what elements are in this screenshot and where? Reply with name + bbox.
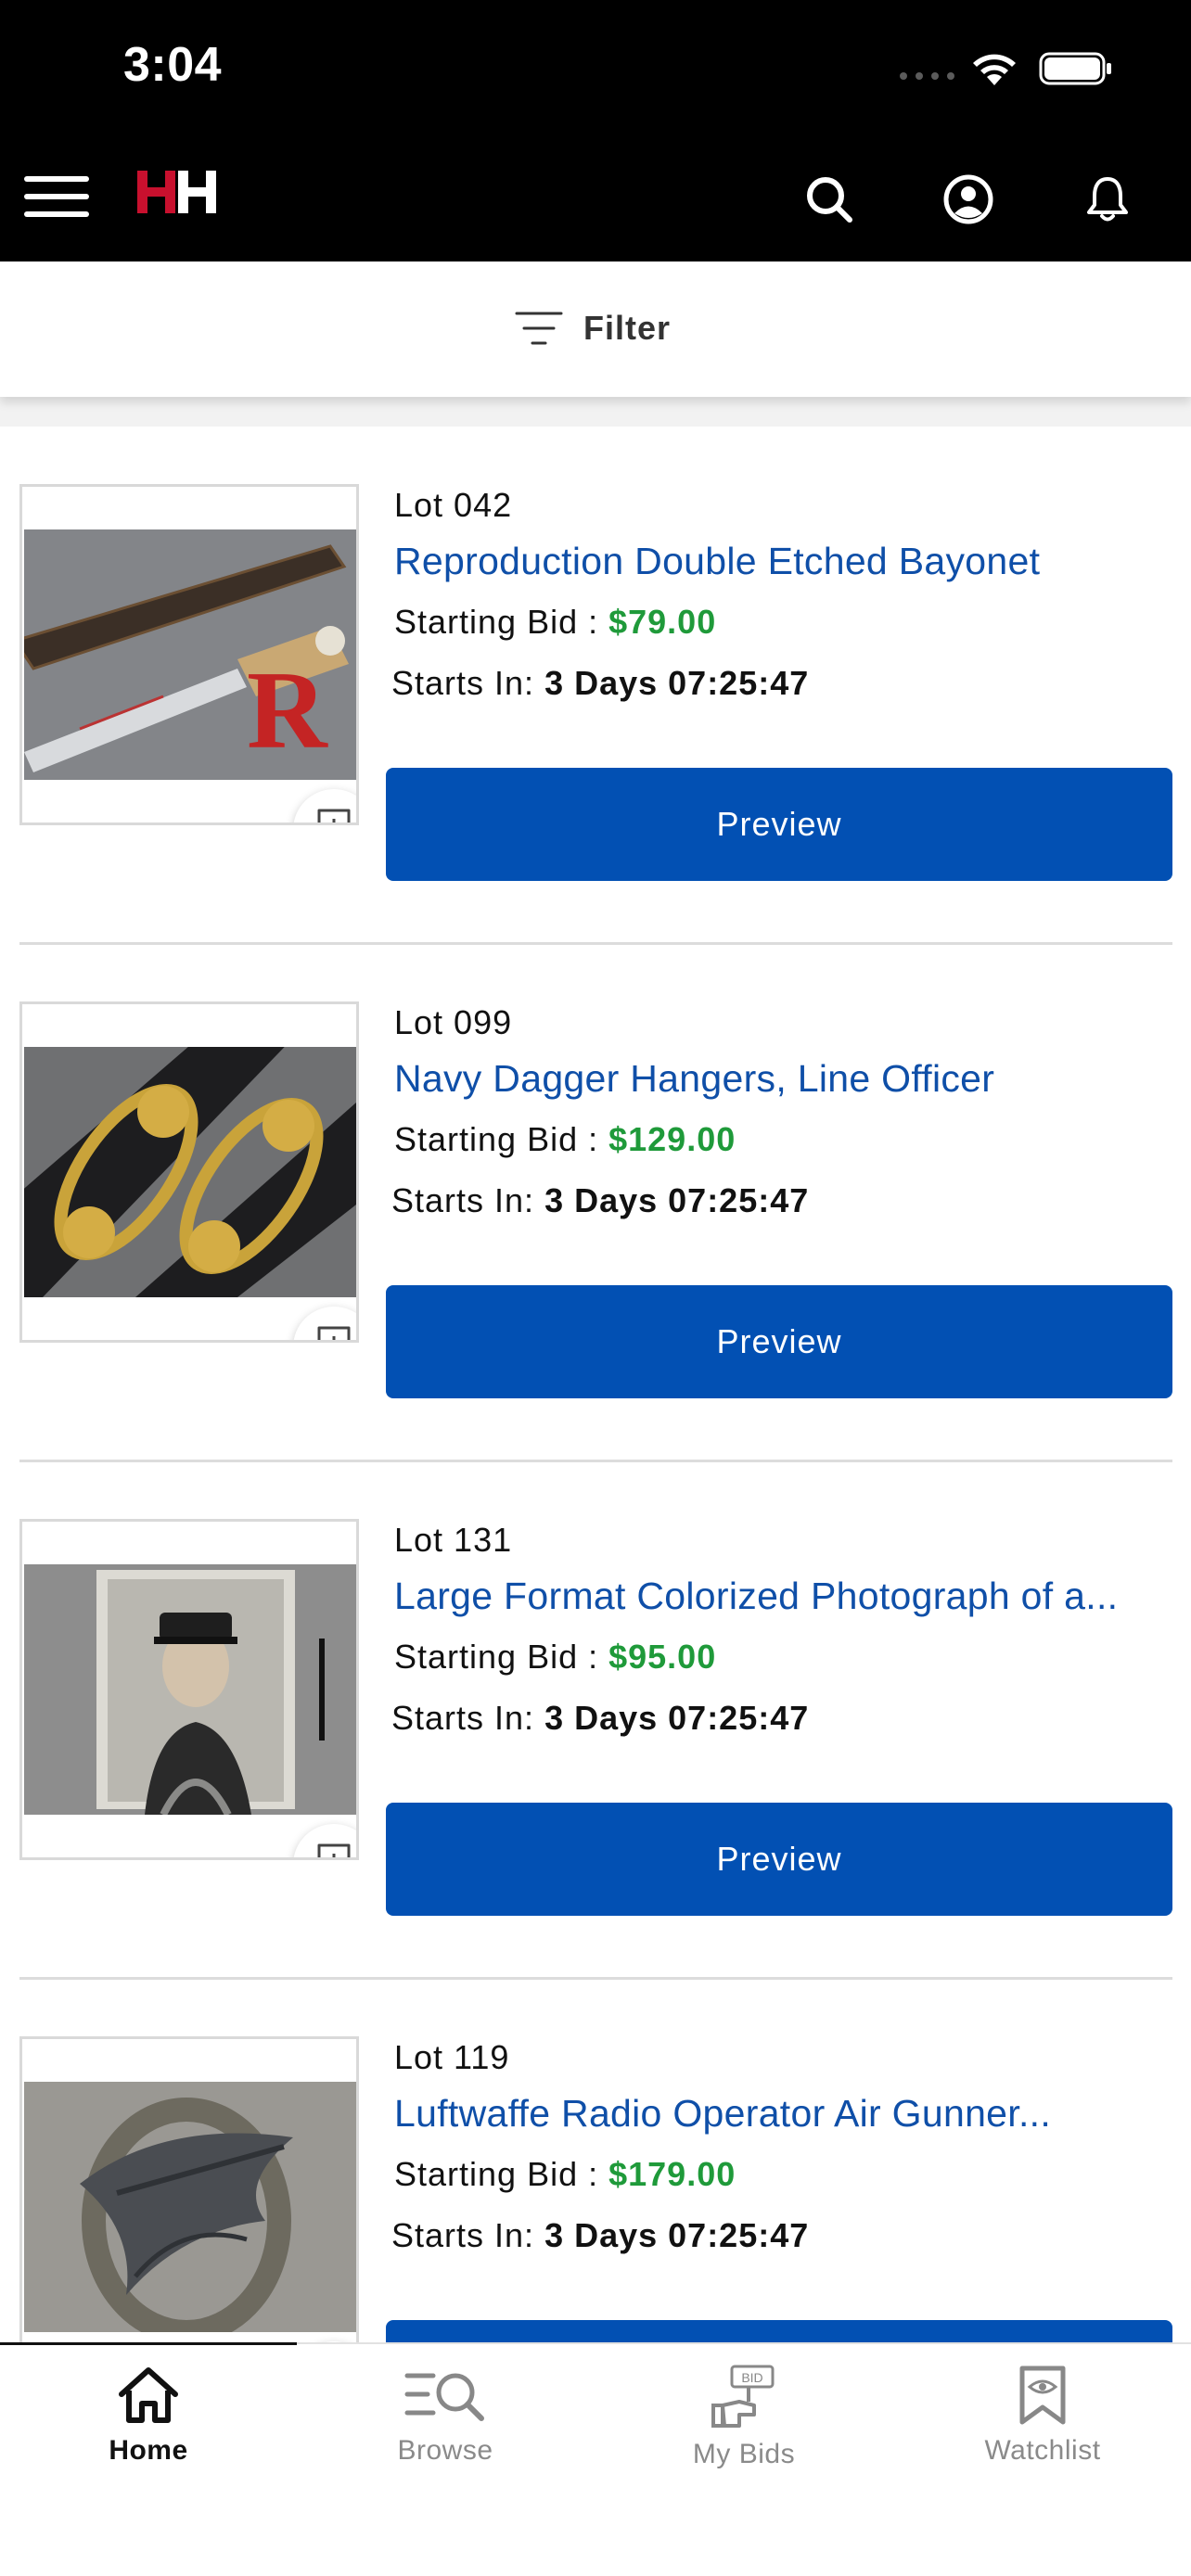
starts-in-countdown: 3 Days 07:25:47 — [544, 1699, 810, 1737]
bookmark-plus-icon — [317, 1843, 351, 1857]
lot-title-link[interactable]: Luftwaffe Radio Operator Air Gunner... — [394, 2092, 1155, 2136]
starts-in-label: Starts In: — [391, 1181, 545, 1219]
lot-title-link[interactable]: Reproduction Double Etched Bayonet — [394, 540, 1155, 583]
lot-card: Lot 131 Large Format Colorized Photograp… — [0, 1461, 1191, 1980]
lot-image[interactable] — [19, 1519, 359, 1860]
app-header: 3:04 — [0, 0, 1191, 261]
starts-in-countdown: 3 Days 07:25:47 — [544, 664, 810, 702]
preview-button[interactable]: Preview — [386, 768, 1172, 881]
tab-home[interactable]: Home — [0, 2365, 297, 2494]
filter-lines-icon — [515, 312, 563, 345]
starts-in: Starts In: 3 Days 07:25:47 — [391, 664, 809, 703]
tab-browse-label: Browse — [397, 2435, 493, 2466]
bookmark-plus-icon — [317, 1326, 351, 1340]
starting-bid-label: Starting Bid : — [394, 2155, 609, 2193]
lot-title-link[interactable]: Large Format Colorized Photograph of a..… — [394, 1575, 1155, 1618]
signal-icon — [900, 72, 954, 80]
lot-number: Lot 099 — [394, 1003, 513, 1041]
watchlist-add-button[interactable] — [293, 1307, 356, 1340]
hamburger-menu-icon[interactable] — [24, 176, 89, 217]
lot-card: Lot 099 Navy Dagger Hangers, Line Office… — [0, 944, 1191, 1462]
starts-in: Starts In: 3 Days 07:25:47 — [391, 2216, 809, 2255]
lot-number: Lot 119 — [394, 2038, 510, 2076]
starts-in-label: Starts In: — [391, 1699, 545, 1737]
starting-bid-label: Starting Bid : — [394, 1638, 609, 1676]
lot-image[interactable]: R — [19, 484, 359, 825]
wifi-icon — [973, 54, 1016, 85]
bid-icon-text: BID — [741, 2370, 762, 2385]
bookmark-eye-icon — [1019, 2366, 1066, 2425]
bookmark-plus-icon — [317, 809, 351, 823]
starts-in-label: Starts In: — [391, 664, 545, 702]
starts-in-label: Starts In: — [391, 2216, 545, 2254]
starting-bid-value: $179.00 — [608, 2155, 736, 2193]
tab-my-bids[interactable]: BID My Bids — [596, 2365, 892, 2494]
watchlist-add-button[interactable] — [293, 789, 356, 823]
list-top-spacer — [0, 397, 1191, 427]
starts-in-countdown: 3 Days 07:25:47 — [544, 1181, 810, 1219]
battery-icon — [1039, 52, 1111, 85]
active-tab-indicator — [0, 2342, 297, 2345]
browse-search-icon — [404, 2373, 484, 2421]
starting-bid-value: $129.00 — [608, 1120, 736, 1158]
starting-bid: Starting Bid : $95.00 — [394, 1638, 716, 1677]
svg-text:R: R — [247, 648, 328, 772]
filter-button[interactable]: Filter — [515, 306, 671, 351]
lot-title-link[interactable]: Navy Dagger Hangers, Line Officer — [394, 1057, 1155, 1101]
filter-label: Filter — [583, 309, 672, 347]
starts-in-countdown: 3 Days 07:25:47 — [544, 2216, 810, 2254]
lot-image[interactable] — [19, 1001, 359, 1343]
bottom-tab-bar: Home Browse BID My Bids Watchlist — [0, 2342, 1191, 2576]
status-time: 3:04 — [123, 38, 223, 92]
badge-photo — [24, 2082, 356, 2332]
tab-browse[interactable]: Browse — [297, 2365, 594, 2494]
bell-icon[interactable] — [1080, 172, 1135, 227]
lot-number: Lot 042 — [394, 486, 513, 524]
dagger-hangers-photo — [24, 1047, 356, 1297]
starting-bid-value: $79.00 — [608, 603, 717, 641]
starts-in: Starts In: 3 Days 07:25:47 — [391, 1699, 809, 1738]
starting-bid: Starting Bid : $79.00 — [394, 603, 716, 642]
bayonet-photo: R — [24, 529, 356, 780]
starting-bid-value: $95.00 — [608, 1638, 717, 1676]
lot-card: R Lot 042 Reproduction Double Etched Bay… — [0, 427, 1191, 945]
watchlist-add-button[interactable] — [293, 1824, 356, 1857]
tab-watchlist-label: Watchlist — [984, 2435, 1101, 2466]
logo[interactable] — [137, 167, 219, 219]
bid-hand-icon: BID — [711, 2365, 775, 2428]
portrait-photo — [24, 1564, 356, 1815]
tab-my-bids-label: My Bids — [692, 2439, 796, 2469]
search-icon[interactable] — [801, 172, 857, 227]
tab-home-label: Home — [109, 2435, 188, 2466]
tab-watchlist[interactable]: Watchlist — [894, 2365, 1191, 2494]
preview-button[interactable]: Preview — [386, 1285, 1172, 1398]
filter-bar: Filter — [0, 261, 1191, 397]
preview-button[interactable]: Preview — [386, 1803, 1172, 1916]
starting-bid-label: Starting Bid : — [394, 603, 609, 641]
lot-number: Lot 131 — [394, 1521, 513, 1559]
starting-bid: Starting Bid : $129.00 — [394, 1120, 736, 1159]
starting-bid-label: Starting Bid : — [394, 1120, 609, 1158]
lot-image[interactable] — [19, 2036, 359, 2378]
starts-in: Starts In: 3 Days 07:25:47 — [391, 1181, 809, 1220]
starting-bid: Starting Bid : $179.00 — [394, 2155, 736, 2194]
home-icon — [119, 2367, 178, 2423]
user-circle-icon[interactable] — [941, 172, 996, 227]
